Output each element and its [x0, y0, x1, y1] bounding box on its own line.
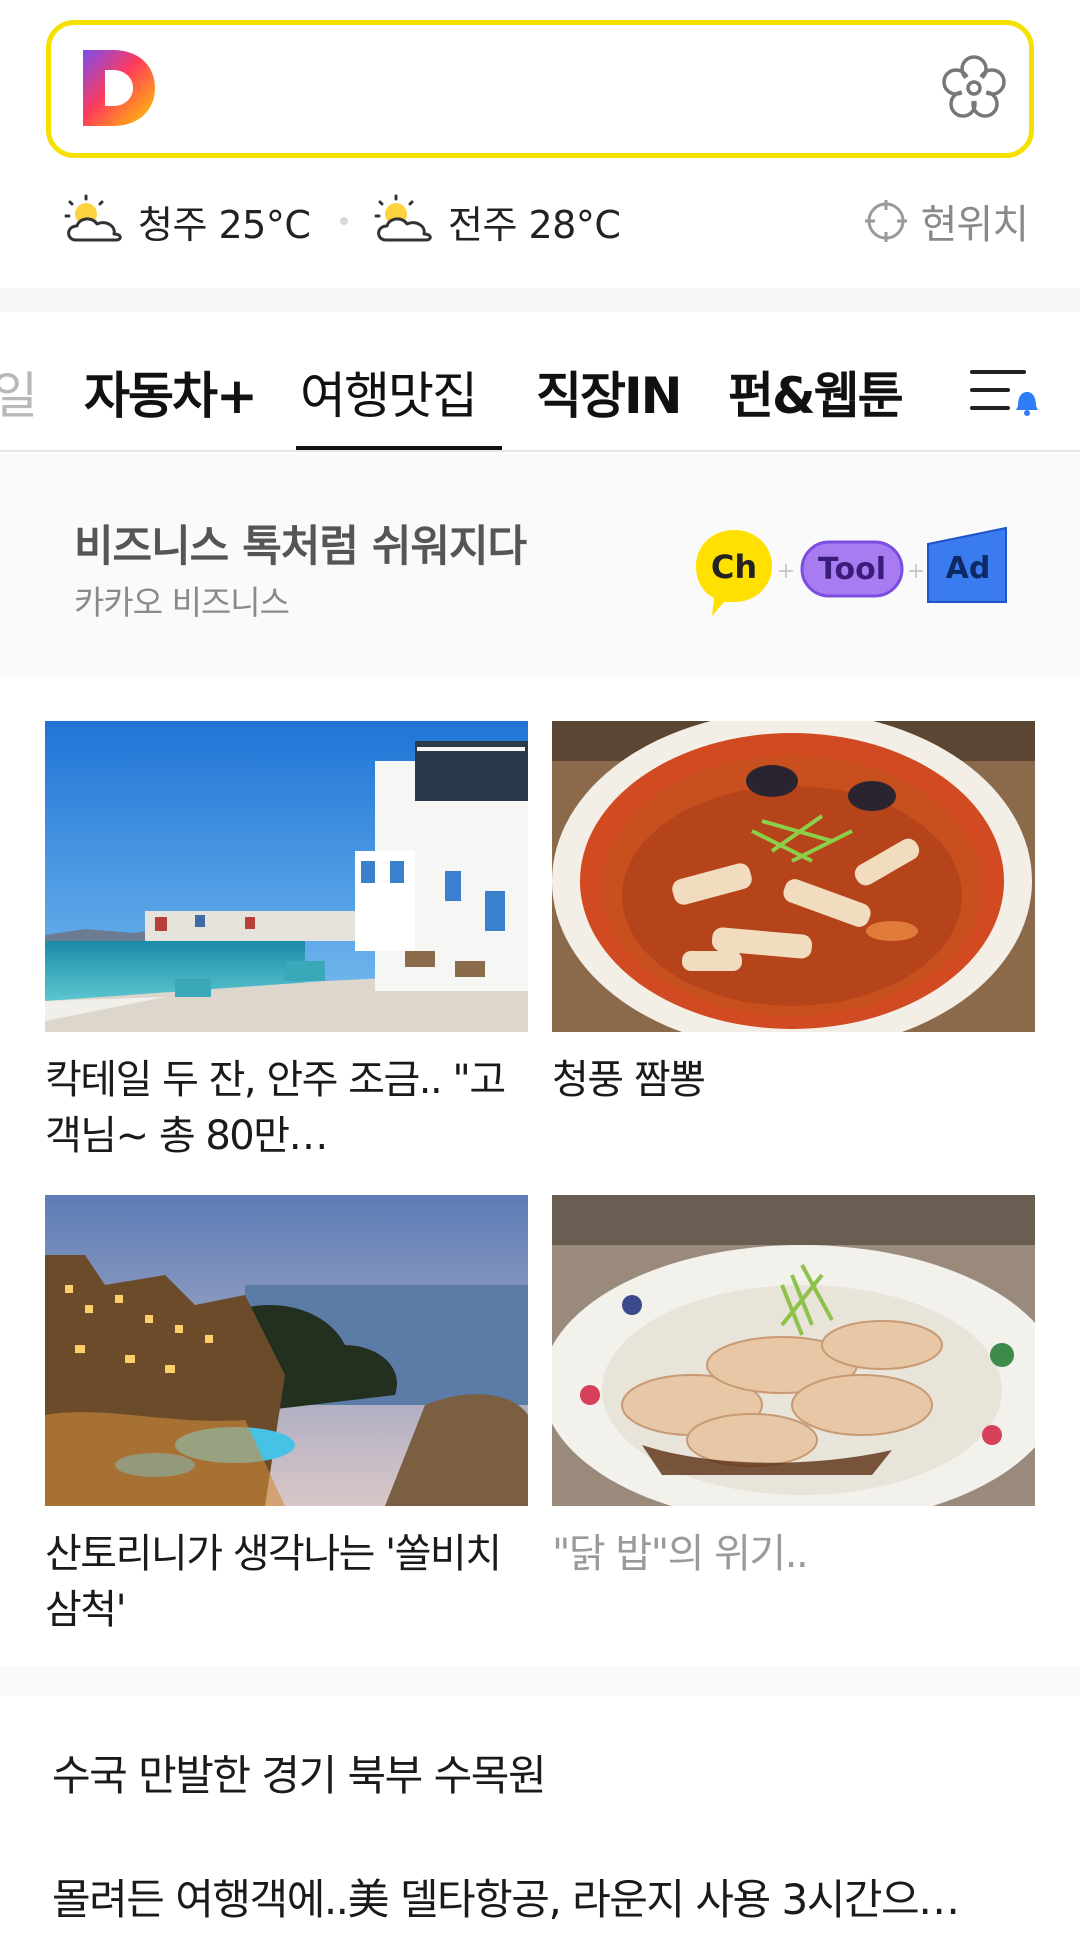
crosshair-icon	[864, 200, 907, 242]
badge-ch: Ch	[711, 548, 757, 586]
section-spacer	[0, 288, 1080, 312]
flower-icon[interactable]	[941, 55, 1007, 121]
weather-text: 청주 25°C	[138, 202, 311, 247]
badge-plus: +	[777, 559, 795, 584]
card-image[interactable]	[45, 721, 528, 1032]
weather-text: 전주 28°C	[448, 202, 621, 247]
current-location-label: 현위치	[920, 202, 1029, 248]
tab-car[interactable]: 자동차+	[84, 356, 258, 428]
card-caption[interactable]: 산토리니가 생각나는 '쏠비치삼척'	[45, 1526, 505, 1638]
chicken-rice-image	[552, 1195, 1035, 1506]
card-image[interactable]	[552, 1195, 1035, 1506]
hamburger-menu-icon[interactable]	[968, 364, 1040, 420]
news-headline[interactable]: 수국 만발한 경기 북부 수목원	[52, 1742, 1032, 1803]
ad-banner[interactable]: 비즈니스 톡처럼 쉬워지다 카카오 비즈니스 Ch + Tool + Ad	[0, 454, 1080, 676]
jjamppong-image	[552, 721, 1035, 1032]
weather-item[interactable]: 청주 25°C	[62, 186, 311, 256]
card-caption[interactable]: 칵테일 두 잔, 안주 조금.. "고객님~ 총 80만…	[45, 1052, 505, 1164]
tab-fun-webtoon[interactable]: 펀&웹툰	[728, 356, 904, 428]
content-card[interactable]: "닭 밥"의 위기..	[552, 1195, 1035, 1638]
partly-cloudy-icon	[374, 194, 432, 242]
seaside-village-image	[45, 721, 528, 1032]
resort-coast-image	[45, 1195, 528, 1506]
partly-cloudy-icon	[64, 194, 122, 242]
card-image[interactable]	[45, 1195, 528, 1506]
content-card[interactable]: 청풍 짬뽕	[552, 721, 1035, 1164]
tab-work[interactable]: 직장IN	[536, 356, 682, 428]
news-headline[interactable]: 몰려든 여행객에..美 델타항공, 라운지 사용 3시간으…	[52, 1866, 1032, 1927]
section-divider	[0, 1666, 1080, 1696]
badge-ad: Ad	[946, 551, 991, 586]
kakao-business-badges: Ch + Tool + Ad	[696, 526, 1007, 616]
category-tabs: 일 자동차+ 여행맛집 직장IN 펀&웹툰	[0, 312, 1080, 452]
card-image[interactable]	[552, 721, 1035, 1032]
daum-logo-icon[interactable]	[83, 50, 155, 126]
card-caption[interactable]: "닭 밥"의 위기..	[552, 1526, 1012, 1638]
content-card[interactable]: 칵테일 두 잔, 안주 조금.. "고객님~ 총 80만…	[45, 721, 528, 1164]
content-card[interactable]: 산토리니가 생각나는 '쏠비치삼척'	[45, 1195, 528, 1638]
weather-row: 청주 25°C 전주 28°C 현위치	[0, 186, 1080, 256]
card-caption[interactable]: 청풍 짬뽕	[552, 1052, 1012, 1164]
badge-tool: Tool	[818, 552, 886, 587]
weather-item[interactable]: 전주 28°C	[372, 186, 621, 256]
separator-dot	[340, 217, 348, 225]
current-location-button[interactable]: 현위치	[863, 186, 1029, 256]
search-bar[interactable]	[46, 20, 1034, 158]
ad-subtitle: 카카오 비즈니스	[74, 583, 290, 622]
badge-plus: +	[907, 559, 925, 584]
ad-title: 비즈니스 톡처럼 쉬워지다	[74, 522, 527, 572]
active-tab-indicator	[296, 446, 502, 450]
tab-partial[interactable]: 일	[0, 356, 38, 428]
tab-travel-food[interactable]: 여행맛집	[300, 356, 478, 428]
